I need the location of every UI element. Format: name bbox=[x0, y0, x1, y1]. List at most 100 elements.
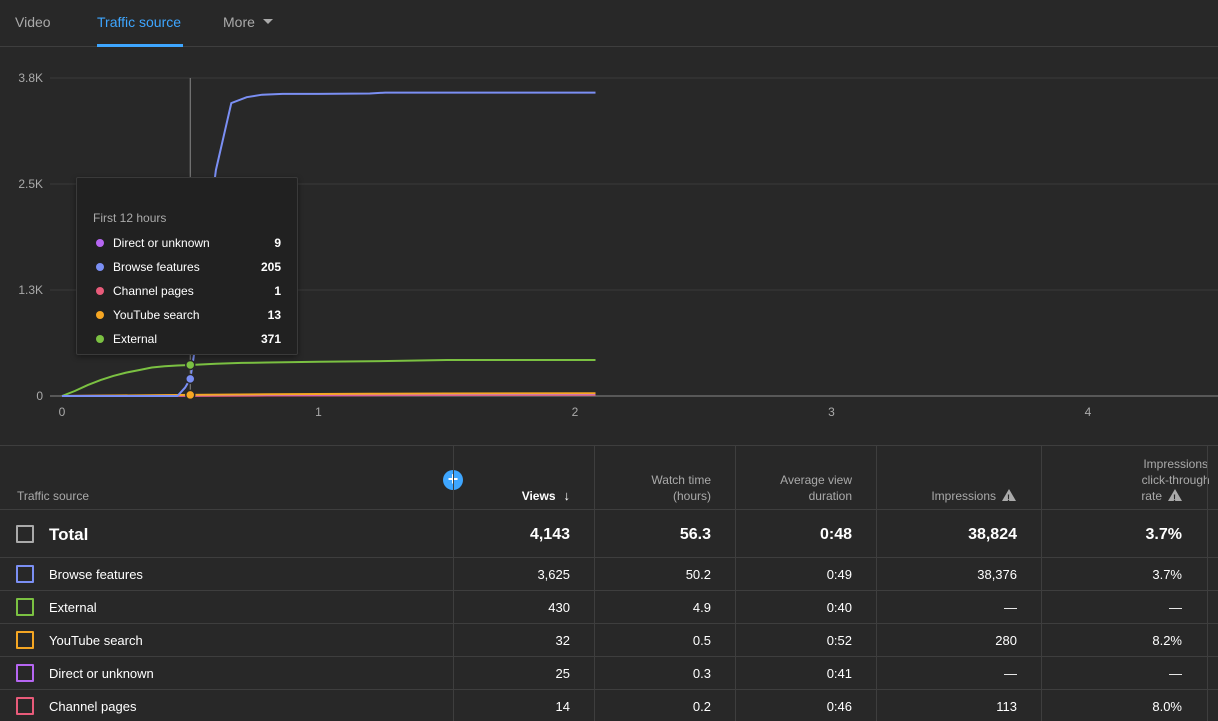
cell-watch-time: 4.9 bbox=[692, 600, 711, 615]
traffic-source-table: Traffic source + Views↓ Watch time(hours… bbox=[0, 445, 1218, 721]
tooltip-row: External 371 bbox=[93, 331, 283, 347]
cell-ctr: 8.2% bbox=[1152, 633, 1182, 648]
x-tick-label: 0 bbox=[59, 405, 66, 419]
hover-point bbox=[185, 389, 196, 401]
sort-down-icon: ↓ bbox=[563, 488, 571, 503]
cell-impressions: 280 bbox=[995, 633, 1017, 648]
y-tick-label: 2.5K bbox=[18, 177, 43, 191]
header-avg-view-duration[interactable]: Average view duration bbox=[780, 472, 852, 504]
header-views-label: Views bbox=[521, 489, 556, 503]
column-divider bbox=[1041, 446, 1042, 721]
y-tick-label: 0 bbox=[36, 389, 43, 403]
header-watch-time-line2: (hours) bbox=[672, 489, 711, 503]
warning-icon[interactable] bbox=[1168, 489, 1182, 506]
tooltip-series-value: 9 bbox=[274, 236, 281, 250]
cell-views: 430 bbox=[548, 600, 570, 615]
column-divider bbox=[876, 446, 877, 721]
cell-ctr: — bbox=[1169, 600, 1182, 615]
table-row: External 430 4.9 0:40 — — bbox=[0, 591, 1218, 624]
column-divider bbox=[453, 446, 454, 721]
header-avg-line2: duration bbox=[808, 489, 852, 503]
tooltip-row: Channel pages 1 bbox=[93, 283, 283, 299]
x-tick-label: 1 bbox=[315, 405, 322, 419]
row-checkbox[interactable] bbox=[16, 631, 34, 649]
row-checkbox[interactable] bbox=[16, 697, 34, 715]
chevron-down-icon bbox=[262, 18, 273, 24]
tab-more[interactable]: More bbox=[223, 0, 273, 46]
column-divider bbox=[594, 446, 595, 721]
tooltip-series-value: 13 bbox=[267, 308, 281, 322]
cell-views: 4,143 bbox=[529, 526, 570, 543]
cell-watch-time: 56.3 bbox=[679, 526, 711, 543]
tab-bar: Video Traffic source More bbox=[0, 0, 1218, 47]
cell-views: 25 bbox=[555, 666, 570, 681]
row-label: Total bbox=[49, 525, 89, 544]
tab-video[interactable]: Video bbox=[15, 0, 51, 46]
line-chart[interactable]: 0 1.3K 2.5K 3.8K 0 1 2 3 4 First 12 hours Direct… bbox=[0, 48, 1218, 444]
cell-impressions: — bbox=[1004, 666, 1017, 681]
cell-avg-duration: 0:46 bbox=[826, 699, 852, 714]
header-watch-time[interactable]: Watch time (hours) bbox=[651, 472, 711, 504]
row-label: Direct or unknown bbox=[49, 666, 154, 681]
header-impressions[interactable]: Impressions bbox=[931, 488, 1016, 506]
y-tick-label: 3.8K bbox=[18, 71, 43, 85]
tooltip-title: First 12 hours bbox=[93, 211, 167, 225]
tooltip-row: Browse features 205 bbox=[93, 259, 283, 275]
tab-more-label: More bbox=[223, 14, 255, 30]
table-row: YouTube search 32 0.5 0:52 280 8.2% bbox=[0, 624, 1218, 657]
tooltip-series-value: 371 bbox=[260, 332, 281, 346]
table-row: Direct or unknown 25 0.3 0:41 — — bbox=[0, 657, 1218, 690]
cell-ctr: — bbox=[1169, 666, 1182, 681]
row-label: External bbox=[49, 600, 97, 615]
column-divider bbox=[1207, 446, 1208, 721]
tooltip-series-name: External bbox=[113, 332, 158, 346]
total-checkbox[interactable] bbox=[16, 525, 34, 543]
header-ctr-line2: click-through bbox=[1141, 473, 1210, 487]
header-ctr-line1: Impressions bbox=[1143, 457, 1208, 471]
cell-avg-duration: 0:52 bbox=[826, 633, 852, 648]
row-label: Channel pages bbox=[49, 699, 137, 714]
tab-traffic-source[interactable]: Traffic source bbox=[97, 0, 183, 47]
cell-avg-duration: 0:48 bbox=[819, 526, 852, 543]
row-label: YouTube search bbox=[49, 633, 143, 648]
cell-views: 32 bbox=[555, 633, 570, 648]
table-header: Traffic source + Views↓ Watch time(hours… bbox=[0, 446, 1218, 510]
tooltip-row: Direct or unknown 9 bbox=[93, 235, 283, 251]
series-dot-icon bbox=[96, 311, 104, 319]
cell-avg-duration: 0:41 bbox=[826, 666, 852, 681]
header-traffic-source[interactable]: Traffic source bbox=[17, 488, 89, 504]
header-views[interactable]: Views ↓ bbox=[522, 488, 570, 504]
x-tick-label: 2 bbox=[572, 405, 579, 419]
column-divider bbox=[735, 446, 736, 721]
row-checkbox[interactable] bbox=[16, 565, 34, 583]
x-tick-label: 4 bbox=[1085, 405, 1092, 419]
tooltip-series-name: Channel pages bbox=[113, 284, 194, 298]
warning-icon[interactable] bbox=[1002, 489, 1016, 506]
row-checkbox[interactable] bbox=[16, 598, 34, 616]
cell-views: 14 bbox=[555, 699, 570, 714]
hover-point bbox=[185, 373, 196, 385]
tooltip-series-name: YouTube search bbox=[113, 308, 200, 322]
cell-impressions: 38,376 bbox=[977, 567, 1017, 582]
chart-tooltip: First 12 hours Direct or unknown 9 Brows… bbox=[76, 177, 298, 355]
tooltip-series-name: Direct or unknown bbox=[113, 236, 210, 250]
tooltip-series-value: 205 bbox=[260, 260, 281, 274]
cell-ctr: 3.7% bbox=[1152, 567, 1182, 582]
y-tick-label: 1.3K bbox=[18, 283, 43, 297]
cell-impressions: 38,824 bbox=[968, 526, 1017, 543]
cell-views: 3,625 bbox=[537, 567, 570, 582]
series-dot-icon bbox=[96, 335, 104, 343]
header-ctr-line3-wrap: rate bbox=[1141, 488, 1182, 506]
header-ctr[interactable]: Impressions click-through rate bbox=[1141, 456, 1209, 506]
cell-impressions: — bbox=[1004, 600, 1017, 615]
tooltip-series-name: Browse features bbox=[113, 260, 200, 274]
row-checkbox[interactable] bbox=[16, 664, 34, 682]
series-line bbox=[61, 359, 596, 397]
cell-watch-time: 0.5 bbox=[692, 633, 711, 648]
header-impressions-label: Impressions bbox=[931, 489, 996, 503]
table-row: Browse features 3,625 50.2 0:49 38,376 3… bbox=[0, 558, 1218, 591]
series-dot-icon bbox=[96, 287, 104, 295]
tooltip-row: YouTube search 13 bbox=[93, 307, 283, 323]
cell-avg-duration: 0:40 bbox=[826, 600, 852, 615]
header-avg-line1: Average view bbox=[780, 473, 852, 487]
